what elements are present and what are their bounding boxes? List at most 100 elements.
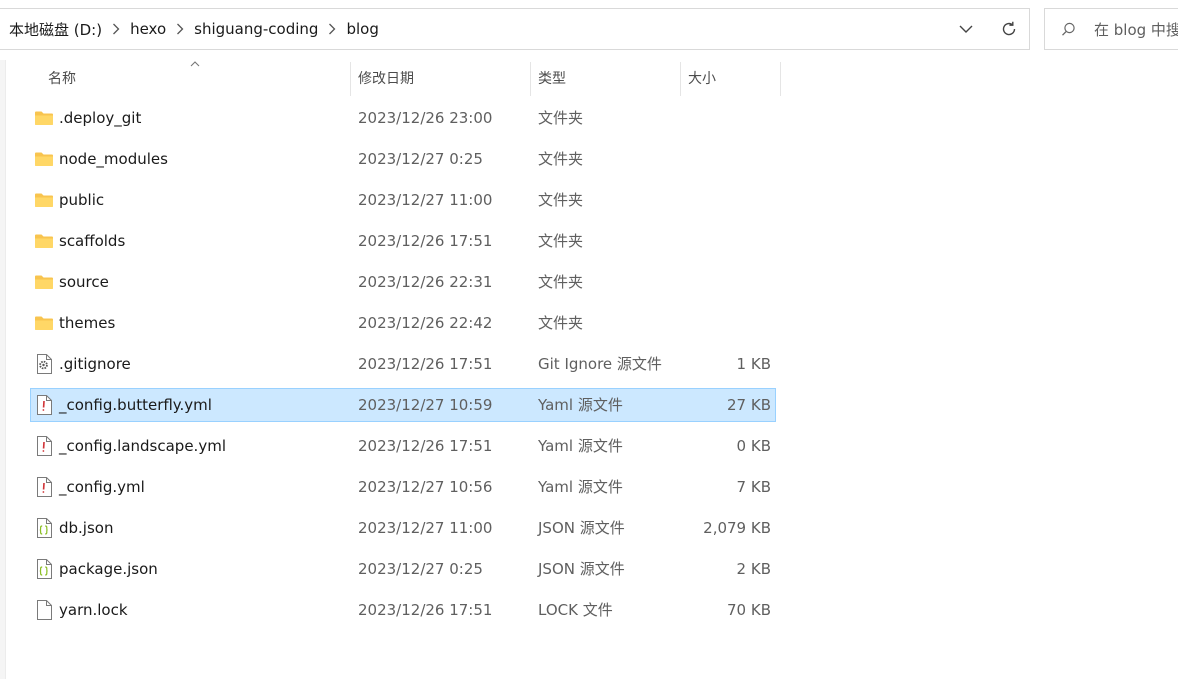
chevron-down-icon — [959, 25, 973, 33]
column-header-size[interactable]: 大小 — [688, 60, 716, 98]
file-modified-date: 2023/12/27 0:25 — [358, 560, 483, 578]
file-name: node_modules — [59, 150, 168, 168]
file-list: .deploy_git 2023/12/26 23:00 文件夹 node_mo… — [30, 101, 776, 634]
file-type: 文件夹 — [538, 109, 584, 127]
file-name: public — [59, 191, 105, 209]
column-divider[interactable] — [350, 62, 351, 96]
file-type: 文件夹 — [538, 191, 584, 209]
column-header-date[interactable]: 修改日期 — [358, 60, 414, 98]
file-modified-date: 2023/12/26 22:42 — [358, 314, 493, 332]
refresh-icon — [1002, 21, 1016, 36]
file-name: _config.landscape.yml — [59, 437, 226, 455]
history-dropdown-button[interactable] — [948, 9, 984, 49]
folder-icon — [33, 225, 55, 257]
file-size: 2,079 KB — [703, 519, 771, 537]
folder-icon — [33, 184, 55, 216]
file-modified-date: 2023/12/27 10:56 — [358, 478, 493, 496]
file-row[interactable]: themes 2023/12/26 22:42 文件夹 — [30, 306, 776, 340]
column-header-row: 名称 修改日期 类型 大小 — [30, 60, 781, 98]
file-row[interactable]: public 2023/12/27 11:00 文件夹 — [30, 183, 776, 217]
file-type: Git Ignore 源文件 — [538, 355, 662, 373]
file-modified-date: 2023/12/27 0:25 — [358, 150, 483, 168]
column-divider[interactable] — [780, 62, 781, 96]
file-size: 7 KB — [736, 478, 771, 496]
file-row[interactable]: _config.yml 2023/12/27 10:56 Yaml 源文件 7 … — [30, 470, 776, 504]
file-modified-date: 2023/12/26 22:31 — [358, 273, 493, 291]
file-name: db.json — [59, 519, 114, 537]
file-name: package.json — [59, 560, 158, 578]
file-row[interactable]: package.json 2023/12/27 0:25 JSON 源文件 2 … — [30, 552, 776, 586]
breadcrumb: 本地磁盘 (D:) hexo shiguang-coding blog — [8, 9, 380, 49]
file-name: .gitignore — [59, 355, 131, 373]
search-placeholder: 在 blog 中搜 — [1094, 20, 1178, 39]
file-row[interactable]: .deploy_git 2023/12/26 23:00 文件夹 — [30, 101, 776, 135]
file-type: 文件夹 — [538, 232, 584, 250]
file-row[interactable]: scaffolds 2023/12/26 17:51 文件夹 — [30, 224, 776, 258]
yaml-file-icon — [33, 389, 55, 421]
json-file-icon — [33, 512, 55, 544]
breadcrumb-item-shiguang-coding[interactable]: shiguang-coding — [193, 20, 319, 38]
folder-icon — [33, 143, 55, 175]
file-modified-date: 2023/12/26 23:00 — [358, 109, 493, 127]
folder-icon — [33, 102, 55, 134]
file-type: 文件夹 — [538, 150, 584, 168]
blank-file-icon — [33, 594, 55, 626]
file-size: 27 KB — [727, 396, 771, 414]
json-file-icon — [33, 553, 55, 585]
file-name: yarn.lock — [59, 601, 128, 619]
file-type: LOCK 文件 — [538, 601, 613, 619]
file-size: 0 KB — [736, 437, 771, 455]
chevron-right-icon[interactable] — [103, 21, 129, 37]
column-divider[interactable] — [680, 62, 681, 96]
file-size: 70 KB — [727, 601, 771, 619]
file-modified-date: 2023/12/26 17:51 — [358, 355, 493, 373]
column-divider[interactable] — [530, 62, 531, 96]
breadcrumb-item-drive[interactable]: 本地磁盘 (D:) — [8, 19, 103, 40]
sort-ascending-icon — [190, 60, 200, 74]
column-header-name[interactable]: 名称 — [48, 60, 76, 98]
folder-icon — [33, 266, 55, 298]
file-name: scaffolds — [59, 232, 126, 250]
file-size: 1 KB — [736, 355, 771, 373]
column-header-type[interactable]: 类型 — [538, 60, 566, 98]
file-row[interactable]: _config.landscape.yml 2023/12/26 17:51 Y… — [30, 429, 776, 463]
file-row[interactable]: node_modules 2023/12/27 0:25 文件夹 — [30, 142, 776, 176]
file-size: 2 KB — [736, 560, 771, 578]
gear-file-icon — [33, 348, 55, 380]
chevron-right-icon[interactable] — [167, 21, 193, 37]
file-modified-date: 2023/12/26 17:51 — [358, 437, 493, 455]
breadcrumb-item-hexo[interactable]: hexo — [129, 20, 167, 38]
chevron-right-icon[interactable] — [319, 21, 345, 37]
file-type: Yaml 源文件 — [538, 437, 623, 455]
file-name: themes — [59, 314, 116, 332]
file-modified-date: 2023/12/27 11:00 — [358, 191, 493, 209]
file-row[interactable]: source 2023/12/26 22:31 文件夹 — [30, 265, 776, 299]
yaml-file-icon — [33, 430, 55, 462]
file-type: 文件夹 — [538, 314, 584, 332]
navigation-pane-edge[interactable] — [0, 60, 6, 679]
file-name: _config.yml — [59, 478, 145, 496]
file-row[interactable]: yarn.lock 2023/12/26 17:51 LOCK 文件 70 KB — [30, 593, 776, 627]
search-input[interactable]: 在 blog 中搜 — [1044, 8, 1178, 50]
file-row[interactable]: _config.butterfly.yml 2023/12/27 10:59 Y… — [30, 388, 776, 422]
file-row[interactable]: db.json 2023/12/27 11:00 JSON 源文件 2,079 … — [30, 511, 776, 545]
yaml-file-icon — [33, 471, 55, 503]
file-type: JSON 源文件 — [538, 519, 625, 537]
file-row[interactable]: .gitignore 2023/12/26 17:51 Git Ignore 源… — [30, 347, 776, 381]
folder-icon — [33, 307, 55, 339]
breadcrumb-item-blog[interactable]: blog — [345, 20, 379, 38]
file-name: _config.butterfly.yml — [59, 396, 212, 414]
address-bar[interactable]: 本地磁盘 (D:) hexo shiguang-coding blog — [0, 8, 1030, 50]
file-modified-date: 2023/12/26 17:51 — [358, 232, 493, 250]
file-name: .deploy_git — [59, 109, 142, 127]
refresh-button[interactable] — [991, 9, 1027, 49]
search-icon — [1061, 22, 1076, 37]
file-modified-date: 2023/12/26 17:51 — [358, 601, 493, 619]
file-explorer-window: 本地磁盘 (D:) hexo shiguang-coding blog 在 bl… — [0, 0, 1178, 679]
file-type: Yaml 源文件 — [538, 396, 623, 414]
file-type: Yaml 源文件 — [538, 478, 623, 496]
file-type: 文件夹 — [538, 273, 584, 291]
file-modified-date: 2023/12/27 10:59 — [358, 396, 493, 414]
file-modified-date: 2023/12/27 11:00 — [358, 519, 493, 537]
file-name: source — [59, 273, 109, 291]
